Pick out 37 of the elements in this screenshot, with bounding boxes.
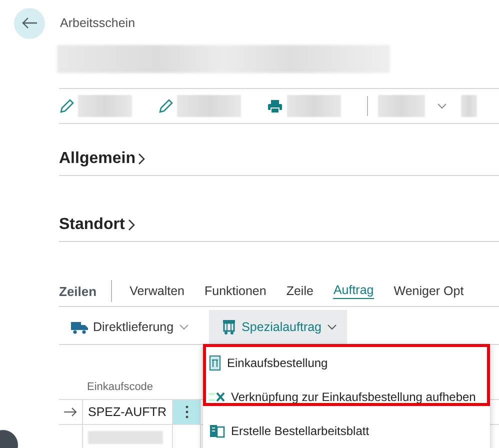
more-icon (184, 405, 188, 419)
menu-item[interactable]: Erstelle Bestellarbeitsblatt (203, 414, 490, 448)
chevron-right-icon[interactable] (128, 219, 135, 231)
section-title[interactable]: Allgemein (59, 150, 136, 168)
chevron-down-icon (326, 324, 337, 330)
tab[interactable]: Verwalten (130, 284, 184, 298)
pencil-icon[interactable] (59, 98, 74, 114)
page-caption: Arbeitsschein (60, 16, 136, 30)
cart-icon (220, 319, 237, 335)
chevron-down-icon (178, 324, 189, 330)
redacted-block (287, 95, 341, 117)
unlink-icon (209, 391, 225, 403)
menu-item[interactable]: Einkaufsbestellung (203, 346, 490, 380)
worksheet-icon (209, 423, 225, 439)
lines-title: Zeilen (59, 284, 97, 298)
redacted-block (176, 95, 242, 117)
printer-icon[interactable] (267, 98, 284, 114)
tab[interactable]: Weniger Opt (394, 284, 464, 298)
redacted-block (460, 95, 477, 117)
pencil-icon[interactable] (158, 98, 173, 114)
tab[interactable]: Auftrag (333, 283, 374, 299)
chevron-down-icon[interactable] (436, 103, 447, 109)
truck-icon (71, 320, 88, 334)
back-arrow-icon (22, 17, 38, 29)
chevron-right-icon[interactable] (138, 153, 146, 165)
document-icon (209, 355, 221, 371)
action-button[interactable]: Direktlieferung (59, 310, 199, 344)
tab[interactable]: Funktionen (204, 284, 266, 298)
column-header[interactable]: Einkaufscode (87, 381, 154, 393)
back-button[interactable] (14, 8, 45, 38)
tab[interactable]: Zeile (286, 284, 314, 298)
section-title[interactable]: Standort (59, 216, 125, 234)
menu-item[interactable]: Verknüpfung zur Einkaufsbestellung aufheben (203, 380, 490, 414)
redacted-block (78, 95, 132, 117)
action-button[interactable]: Spezialauftrag (208, 310, 347, 344)
redacted-block (378, 95, 425, 117)
arrow-right-icon (64, 407, 77, 417)
